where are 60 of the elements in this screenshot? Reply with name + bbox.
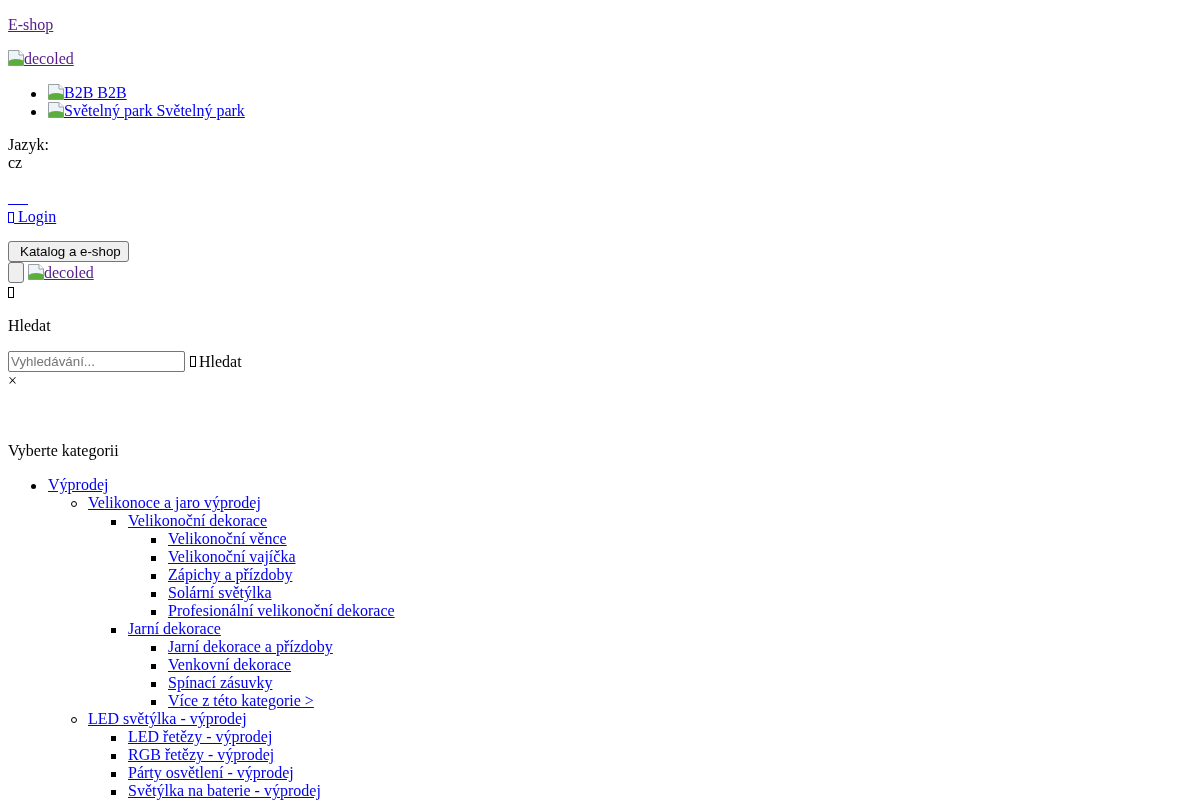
bullet-icon xyxy=(111,627,116,633)
bullet-icon xyxy=(151,681,156,687)
search-label: Hledat xyxy=(199,352,242,371)
category-link[interactable]: Spínací zásuvky xyxy=(168,674,273,692)
broken-image-icon xyxy=(28,263,44,280)
bullet-icon xyxy=(111,753,116,759)
missing-glyph-icon xyxy=(8,212,14,223)
bullet-icon xyxy=(111,519,116,525)
bullet-icon xyxy=(71,501,77,507)
close-button[interactable]: × xyxy=(8,372,18,389)
eshop-link[interactable]: E-shop xyxy=(8,16,54,33)
category-link[interactable]: Zápichy a přízdoby xyxy=(168,566,293,584)
portal-link[interactable]: Světelný park Světelný park xyxy=(48,102,245,120)
bullet-icon xyxy=(151,699,156,705)
category-link[interactable]: Profesionální velikonoční dekorace xyxy=(168,602,395,620)
category-link[interactable]: Světýlka na baterie - výprodej xyxy=(128,782,321,800)
category-link[interactable]: Velikonoční vajíčka xyxy=(168,548,296,566)
bullet-icon xyxy=(111,771,116,777)
bullet-icon xyxy=(151,591,156,597)
missing-glyph-icon xyxy=(190,356,196,367)
category-link[interactable]: Solární světýlka xyxy=(168,584,272,602)
portal-link[interactable]: B2B B2B xyxy=(48,84,127,102)
language-label: Jazyk: xyxy=(8,136,49,154)
category-heading: Vyberte kategorii xyxy=(8,442,119,459)
category-link[interactable]: LED světýlka - výprodej xyxy=(88,710,247,728)
bullet-icon xyxy=(31,109,36,115)
bullet-icon xyxy=(31,91,36,97)
category-link[interactable]: RGB řetězy - výprodej xyxy=(128,746,275,764)
bullet-icon xyxy=(151,663,156,669)
broken-image-icon xyxy=(48,84,64,100)
category-link[interactable]: Velikonoční dekorace xyxy=(128,512,268,530)
language-value[interactable]: cz xyxy=(8,154,23,172)
category-link[interactable]: Více z této kategorie > xyxy=(168,692,314,710)
category-link[interactable]: LED řetězy - výprodej xyxy=(128,728,273,746)
broken-image-icon xyxy=(48,102,64,118)
category-link[interactable]: Jarní dekorace a přízdoby xyxy=(168,638,333,656)
broken-image-icon xyxy=(8,50,24,66)
category-link[interactable]: Jarní dekorace xyxy=(128,620,221,638)
bullet-icon xyxy=(111,789,116,795)
search-heading: Hledat xyxy=(8,317,51,334)
category-link[interactable]: Velikonoce a jaro výprodej xyxy=(88,494,261,512)
bullet-icon xyxy=(151,573,156,579)
logo-link[interactable]: decoled xyxy=(28,263,94,282)
category-link[interactable]: Výprodej xyxy=(48,476,109,494)
bullet-icon xyxy=(151,609,156,615)
category-link[interactable]: Venkovní dekorace xyxy=(168,656,292,674)
logo-link[interactable]: decoled xyxy=(8,50,74,67)
bullet-icon xyxy=(111,735,116,741)
bullet-icon xyxy=(31,483,36,489)
bullet-icon xyxy=(151,645,156,651)
search-field[interactable]: Vyhledávání... xyxy=(8,351,185,372)
catalog-button[interactable]: Katalog a e-shop xyxy=(8,241,129,262)
login-link[interactable]: Login xyxy=(8,208,57,225)
category-link[interactable]: Velikonoční věnce xyxy=(168,530,287,548)
bullet-icon xyxy=(151,537,156,543)
missing-glyph-icon xyxy=(8,286,14,298)
category-link[interactable]: Párty osvětlení - výprodej xyxy=(128,764,294,782)
blank-button[interactable] xyxy=(8,262,24,283)
bullet-icon xyxy=(71,717,77,723)
bullet-icon xyxy=(151,555,156,561)
